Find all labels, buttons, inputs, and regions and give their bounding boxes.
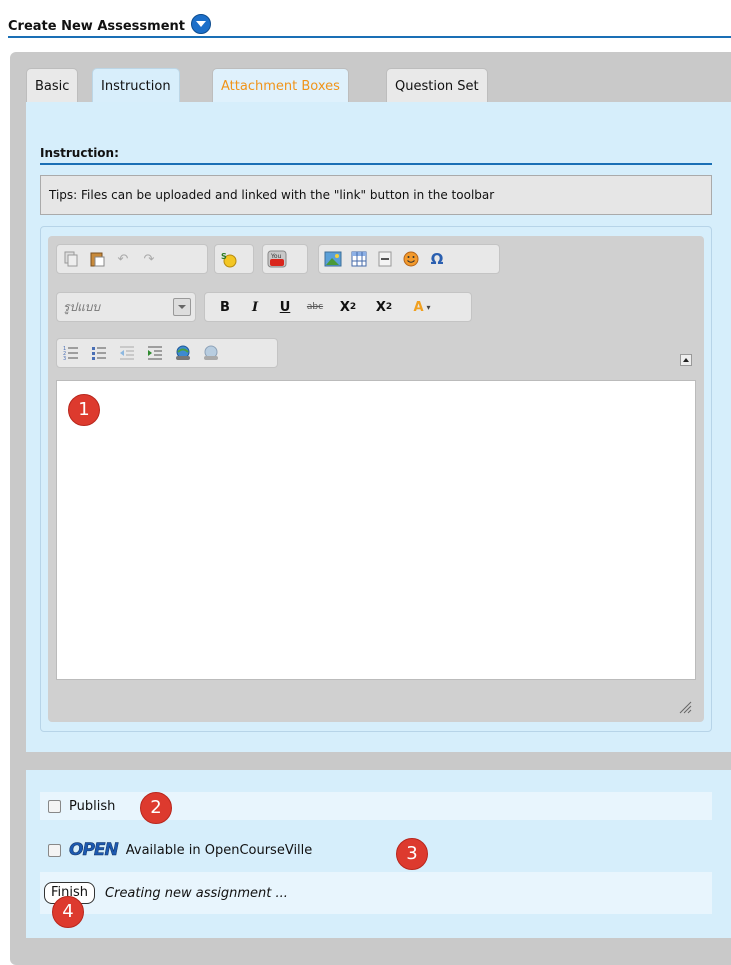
publish-label: Publish	[69, 798, 116, 814]
superscript-icon[interactable]: X2	[371, 297, 397, 317]
copy-icon[interactable]	[61, 249, 81, 269]
opencourseville-label: Available in OpenCourseVille	[125, 842, 313, 858]
outdent-icon[interactable]	[117, 343, 137, 363]
chevron-down-icon[interactable]	[173, 298, 191, 316]
strikethrough-icon[interactable]: abc	[305, 297, 325, 317]
bulleted-list-icon[interactable]	[89, 343, 109, 363]
numbered-list-icon[interactable]: 123	[61, 343, 81, 363]
tab-attachment-boxes[interactable]: Attachment Boxes	[212, 68, 349, 102]
tab-instruction[interactable]: Instruction	[92, 68, 180, 104]
toolbar-group-insert: Ω	[318, 244, 500, 274]
font-color-icon[interactable]: A ▾	[407, 297, 437, 317]
toolbar-group-clipboard: ↶ ↷	[56, 244, 208, 274]
smiley-icon[interactable]	[401, 249, 421, 269]
collapse-toolbar-icon[interactable]	[680, 354, 692, 366]
resize-handle-icon[interactable]	[678, 700, 692, 714]
svg-text:You: You	[270, 253, 282, 260]
opencourseville-checkbox[interactable]	[48, 843, 61, 857]
paste-icon[interactable]	[87, 249, 107, 269]
indent-icon[interactable]	[145, 343, 165, 363]
underline-icon[interactable]: U	[275, 297, 295, 317]
unlink-icon[interactable]	[201, 343, 221, 363]
page-title-text: Create New Assessment	[8, 19, 185, 34]
italic-icon[interactable]: I	[245, 297, 265, 317]
youtube-icon[interactable]: You	[267, 249, 287, 269]
marker-2: 2	[140, 792, 172, 824]
toolbar-group-spell: S	[214, 244, 254, 274]
link-icon[interactable]	[173, 343, 193, 363]
tips-box: Tips: Files can be uploaded and linked w…	[40, 175, 712, 215]
image-icon[interactable]	[323, 249, 343, 269]
publish-checkbox[interactable]	[48, 799, 61, 813]
format-select-value: รูปแบบ	[63, 299, 101, 314]
open-logo-icon: OPEN	[69, 840, 119, 861]
instruction-textarea[interactable]	[56, 380, 696, 680]
font-color-letter: A	[413, 299, 424, 315]
instruction-heading: Instruction:	[40, 146, 119, 160]
subscript-letter: X	[339, 299, 350, 315]
opencourseville-row: OPEN Available in OpenCourseVille	[40, 836, 712, 864]
toolbar-group-format: B I U abc X2 X2 A ▾	[204, 292, 472, 322]
format-select[interactable]: รูปแบบ	[56, 292, 196, 322]
expand-down-icon[interactable]	[191, 14, 211, 34]
horizontal-rule-icon[interactable]	[375, 249, 395, 269]
svg-text:S: S	[221, 252, 227, 261]
superscript-letter: X	[375, 299, 386, 315]
subscript-icon[interactable]: X2	[335, 297, 361, 317]
bold-icon[interactable]: B	[215, 297, 235, 317]
table-icon[interactable]	[349, 249, 369, 269]
marker-3: 3	[396, 838, 428, 870]
svg-text:3: 3	[63, 356, 66, 361]
marker-1: 1	[68, 394, 100, 426]
toolbar-group-lists: 123	[56, 338, 278, 368]
toolbar-group-media: You	[262, 244, 308, 274]
superscript-mark: 2	[385, 302, 393, 312]
instruction-divider	[40, 163, 712, 165]
redo-icon[interactable]: ↷	[139, 249, 159, 269]
undo-icon[interactable]: ↶	[113, 249, 133, 269]
subscript-mark: 2	[349, 302, 357, 312]
spellcheck-icon[interactable]: S	[219, 249, 239, 269]
tab-basic[interactable]: Basic	[26, 68, 79, 102]
finish-row: Finish Creating new assignment ...	[40, 872, 712, 914]
title-divider	[8, 36, 731, 38]
page-title: Create New Assessment	[8, 14, 211, 34]
special-char-icon[interactable]: Ω	[427, 249, 447, 269]
tab-question-set[interactable]: Question Set	[386, 68, 488, 102]
marker-4: 4	[52, 896, 84, 928]
status-text: Creating new assignment ...	[105, 885, 288, 901]
